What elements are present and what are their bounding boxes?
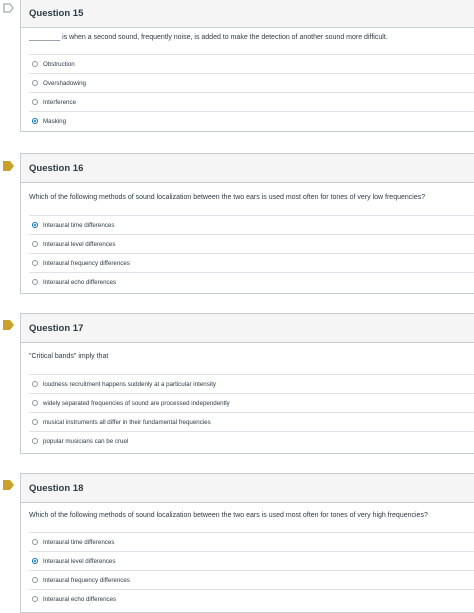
question-title: Question 16 [29,162,84,174]
radio-button[interactable] [32,577,38,583]
answer-option[interactable]: Masking [29,111,474,130]
answer-label: Interaural echo differences [43,278,117,286]
answer-option[interactable]: musical instruments all differ in their … [29,412,474,431]
answer-option[interactable]: popular musicians can be cruel [29,431,474,450]
question-17-card: Question 17 "Critical bands" imply that … [20,313,474,454]
radio-button[interactable] [32,419,38,425]
radio-button-selected[interactable] [32,222,38,228]
answer-label: Obstruction [43,60,75,68]
answer-label: Interaural frequency differences [43,576,130,584]
radio-button-selected[interactable] [32,118,38,124]
question-16-card: Question 16 Which of the following metho… [20,153,474,294]
answer-label: Masking [43,117,67,125]
radio-button[interactable] [32,260,38,266]
answer-option[interactable]: Interaural level differences [29,551,474,570]
answer-option[interactable]: Obstruction [29,54,474,73]
radio-button[interactable] [32,400,38,406]
answer-label: Overshadowing [43,79,86,87]
flag-filled-icon[interactable] [3,320,14,330]
answer-label: Interaural time differences [43,221,115,229]
answer-label: widely separated frequencies of sound ar… [43,399,230,407]
answer-label: loudness recruitment happens suddenly at… [43,380,217,388]
radio-button[interactable] [32,438,38,444]
answer-option[interactable]: Interaural frequency differences [29,253,474,272]
answer-option[interactable]: widely separated frequencies of sound ar… [29,393,474,412]
radio-button[interactable] [32,99,38,105]
radio-button[interactable] [32,61,38,67]
answer-option[interactable]: Interaural frequency differences [29,570,474,589]
question-header: Question 15 [21,0,474,28]
answer-label: Interaural echo differences [43,595,117,603]
flag-filled-icon[interactable] [3,161,14,171]
answer-list: loudness recruitment happens suddenly at… [29,374,474,450]
radio-button[interactable] [32,241,38,247]
question-text: ________ is when a second sound, frequen… [29,34,388,41]
question-text: Which of the following methods of sound … [29,194,426,201]
answer-label: Interaural level differences [43,240,116,248]
answer-list: Obstruction Overshadowing Interference M… [29,54,474,130]
answer-option[interactable]: Interaural echo differences [29,272,474,291]
answer-label: Interference [43,98,77,106]
question-header: Question 18 [21,474,474,503]
flag-filled-icon[interactable] [3,480,14,490]
question-title: Question 15 [29,7,84,19]
question-title: Question 18 [29,482,84,494]
answer-list: Interaural time differences Interaural l… [29,215,474,291]
question-header: Question 16 [21,154,474,183]
answer-label: Interaural level differences [43,557,116,565]
flag-outline-icon[interactable] [3,3,14,13]
question-15-card: Question 15 ________ is when a second so… [20,0,474,132]
answer-label: Interaural time differences [43,538,115,546]
answer-option[interactable]: Interference [29,92,474,111]
answer-label: Interaural frequency differences [43,259,130,267]
question-header: Question 17 [21,314,474,343]
radio-button[interactable] [32,381,38,387]
question-title: Question 17 [29,322,84,334]
answer-list: Interaural time differences Interaural l… [29,532,474,608]
question-18-card: Question 18 Which of the following metho… [20,473,474,613]
answer-option[interactable]: Interaural time differences [29,532,474,551]
answer-option[interactable]: loudness recruitment happens suddenly at… [29,374,474,393]
answer-option[interactable]: Interaural level differences [29,234,474,253]
answer-option[interactable]: Interaural time differences [29,215,474,234]
answer-option[interactable]: Overshadowing [29,73,474,92]
radio-button[interactable] [32,279,38,285]
question-text: Which of the following methods of sound … [29,512,428,519]
question-text: "Critical bands" imply that [29,353,109,360]
radio-button-selected[interactable] [32,558,38,564]
radio-button[interactable] [32,539,38,545]
answer-label: popular musicians can be cruel [43,437,129,445]
radio-button[interactable] [32,80,38,86]
answer-label: musical instruments all differ in their … [43,418,211,426]
radio-button[interactable] [32,596,38,602]
